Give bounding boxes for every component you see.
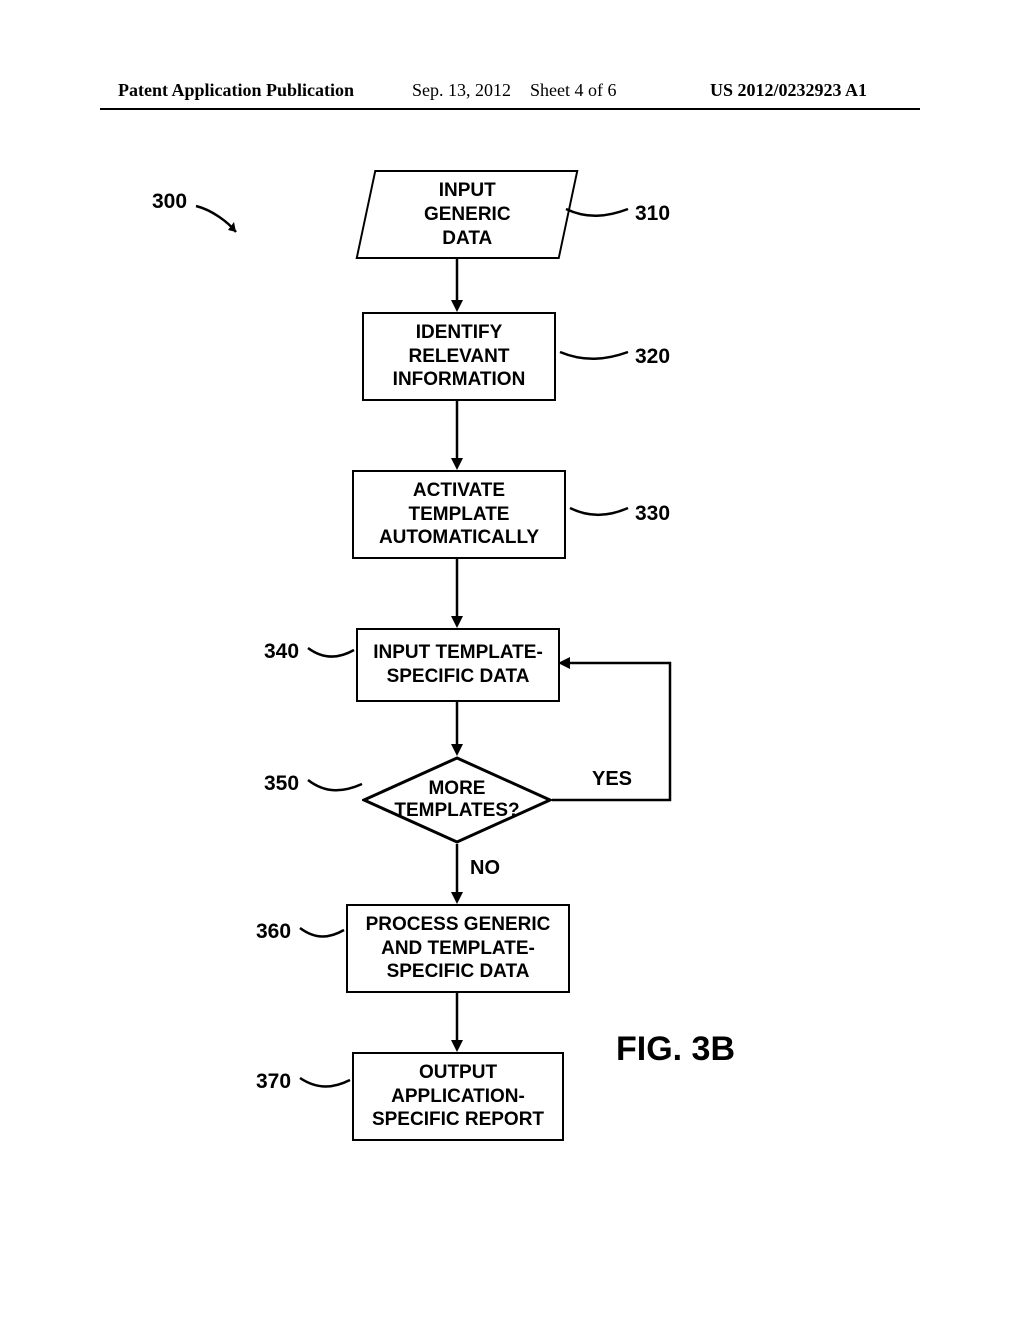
leader-330 bbox=[566, 496, 632, 524]
publication-date: Sep. 13, 2012 bbox=[412, 80, 511, 101]
arrow-yes-loop bbox=[550, 655, 680, 805]
step-320-label: IDENTIFY RELEVANT INFORMATION bbox=[393, 321, 526, 392]
step-330-label: ACTIVATE TEMPLATE AUTOMATICALLY bbox=[379, 479, 539, 550]
step-330-activate-template: ACTIVATE TEMPLATE AUTOMATICALLY bbox=[352, 470, 566, 559]
step-360-process-data: PROCESS GENERIC AND TEMPLATE- SPECIFIC D… bbox=[346, 904, 570, 993]
arrow-310-to-320 bbox=[449, 257, 465, 312]
ref-330: 330 bbox=[635, 502, 670, 526]
figure-label: FIG. 3B bbox=[616, 1030, 735, 1069]
leader-340 bbox=[304, 638, 358, 664]
ref-310: 310 bbox=[635, 202, 670, 226]
header-rule bbox=[100, 108, 920, 110]
step-310-input-generic-data: INPUT GENERIC DATA bbox=[356, 170, 579, 259]
leader-360 bbox=[296, 918, 348, 944]
sheet-number: Sheet 4 of 6 bbox=[530, 80, 616, 101]
ref-320: 320 bbox=[635, 345, 670, 369]
step-340-label: INPUT TEMPLATE- SPECIFIC DATA bbox=[373, 641, 543, 689]
step-320-identify-relevant-info: IDENTIFY RELEVANT INFORMATION bbox=[362, 312, 556, 401]
publication-number: US 2012/0232923 A1 bbox=[710, 80, 867, 101]
arrow-360-to-370 bbox=[449, 992, 465, 1052]
step-340-input-template-data: INPUT TEMPLATE- SPECIFIC DATA bbox=[356, 628, 560, 702]
step-370-output-report: OUTPUT APPLICATION- SPECIFIC REPORT bbox=[352, 1052, 564, 1141]
step-370-label: OUTPUT APPLICATION- SPECIFIC REPORT bbox=[372, 1061, 544, 1132]
no-label: NO bbox=[470, 857, 500, 880]
leader-350 bbox=[304, 770, 366, 798]
step-350-label: MORE TEMPLATES? bbox=[362, 756, 552, 844]
publication-label: Patent Application Publication bbox=[118, 80, 354, 101]
leader-310 bbox=[562, 195, 632, 225]
ref-340: 340 bbox=[264, 640, 299, 664]
flowchart-canvas: 300 INPUT GENERIC DATA 310 IDENTIFY RELE… bbox=[0, 160, 1024, 1260]
ref-350: 350 bbox=[264, 772, 299, 796]
ref-370: 370 bbox=[256, 1070, 291, 1094]
step-310-label: INPUT GENERIC DATA bbox=[424, 179, 511, 250]
step-350-more-templates: MORE TEMPLATES? bbox=[362, 756, 552, 844]
leader-300 bbox=[192, 200, 247, 240]
step-360-label: PROCESS GENERIC AND TEMPLATE- SPECIFIC D… bbox=[366, 913, 551, 984]
arrow-320-to-330 bbox=[449, 400, 465, 470]
leader-320 bbox=[556, 338, 632, 368]
ref-360: 360 bbox=[256, 920, 291, 944]
ref-300: 300 bbox=[152, 190, 187, 214]
arrow-no-down bbox=[449, 844, 465, 904]
arrow-330-to-340 bbox=[449, 558, 465, 628]
arrow-340-to-350 bbox=[449, 701, 465, 756]
leader-370 bbox=[296, 1068, 354, 1094]
